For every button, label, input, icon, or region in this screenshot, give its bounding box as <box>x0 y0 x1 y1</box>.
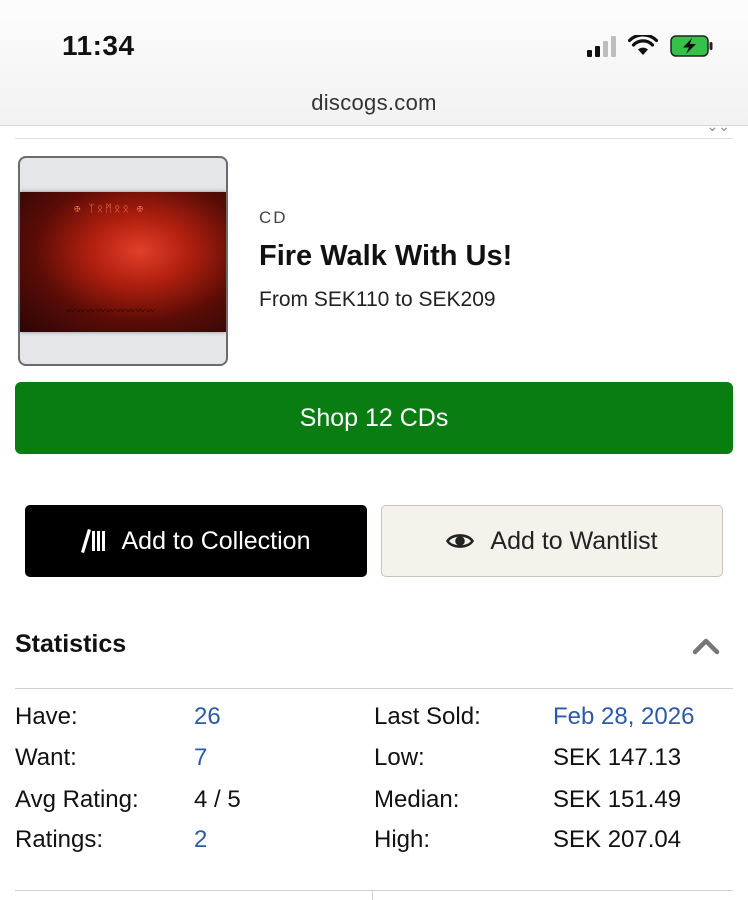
stat-low-label: Low: <box>374 744 425 771</box>
divider <box>15 890 733 891</box>
cellular-signal-icon <box>587 35 616 57</box>
release-title[interactable]: Fire Walk With Us! <box>259 240 512 273</box>
stat-median-value: SEK 151.49 <box>553 786 682 813</box>
add-to-collection-label: Add to Collection <box>121 526 311 555</box>
status-icons <box>587 34 714 58</box>
stat-want-label: Want: <box>15 744 77 771</box>
divider <box>15 138 733 139</box>
stat-avg-rating-label: Avg Rating: <box>15 786 139 813</box>
chevron-up-icon[interactable] <box>688 628 724 662</box>
stat-have-value[interactable]: 26 <box>194 703 221 731</box>
album-cover-image[interactable]: ✠ ᛉᛟᛗᛟᛟ ✠ 〰〰〰〰〰〰〰〰〰 <box>18 156 228 366</box>
stat-have-label: Have: <box>15 703 78 730</box>
stat-high-label: High: <box>374 826 431 853</box>
scroll-hint-icon: ⌄⌄ <box>706 118 730 134</box>
add-to-wantlist-label: Add to Wantlist <box>490 526 658 555</box>
album-artwork: ✠ ᛉᛟᛗᛟᛟ ✠ 〰〰〰〰〰〰〰〰〰 <box>20 192 226 332</box>
stat-median-label: Median: <box>374 786 460 813</box>
release-format: CD <box>259 208 288 227</box>
wifi-icon <box>628 35 658 55</box>
stat-want-value[interactable]: 7 <box>194 744 207 772</box>
battery-charging-icon <box>670 35 713 57</box>
add-to-wantlist-button[interactable]: Add to Wantlist <box>381 505 723 577</box>
stat-last-sold-label: Last Sold: <box>374 703 481 730</box>
stat-ratings-value[interactable]: 2 <box>194 826 207 854</box>
divider <box>15 688 733 689</box>
stat-last-sold-value[interactable]: Feb 28, 2026 <box>553 703 694 731</box>
band-logo: ✠ ᛉᛟᛗᛟᛟ ✠ <box>74 202 146 215</box>
column-divider <box>372 890 373 900</box>
address-bar-url[interactable]: discogs.com <box>0 90 748 116</box>
add-to-collection-button[interactable]: Add to Collection <box>25 505 367 577</box>
eye-icon <box>446 534 475 548</box>
shop-button[interactable]: Shop 12 CDs <box>15 382 733 454</box>
collection-icon <box>81 529 106 553</box>
album-art-text: 〰〰〰〰〰〰〰〰〰 <box>66 307 157 317</box>
clock: 11:34 <box>62 30 135 61</box>
stat-high-value: SEK 207.04 <box>553 826 682 853</box>
price-range: From SEK110 to SEK209 <box>259 288 496 311</box>
stat-ratings-label: Ratings: <box>15 826 104 853</box>
statistics-heading: Statistics <box>15 630 127 658</box>
stat-avg-rating-value: 4 / 5 <box>194 786 241 813</box>
stat-low-value: SEK 147.13 <box>553 744 682 771</box>
browser-status-bar: 11:34 discogs.com <box>0 0 748 126</box>
shop-button-label: Shop 12 CDs <box>299 403 449 432</box>
